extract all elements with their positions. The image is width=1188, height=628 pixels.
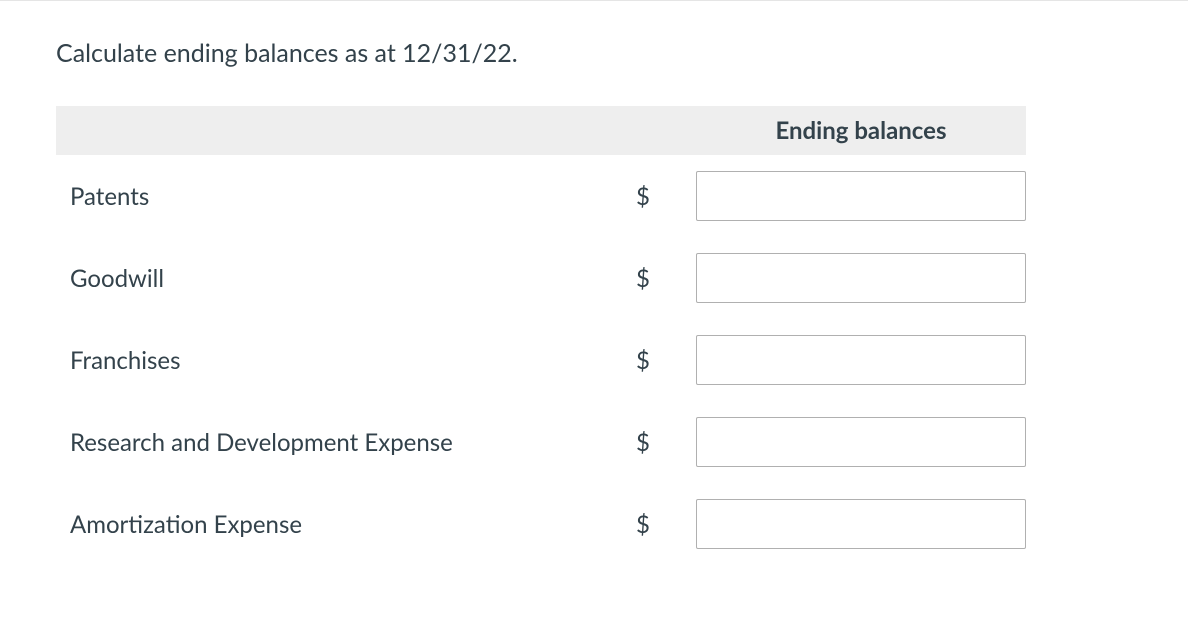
table-row: Franchises $ (56, 319, 1026, 401)
row-label-amortization: Amortization Expense (56, 510, 612, 539)
input-cell (696, 253, 1026, 303)
row-label-goodwill: Goodwill (56, 264, 612, 293)
question-content: Calculate ending balances as at 12/31/22… (0, 6, 1188, 565)
instruction-text: Calculate ending balances as at 12/31/22… (56, 38, 1132, 68)
balances-table: Ending balances Patents $ Goodwill $ Fra… (56, 106, 1026, 565)
currency-symbol: $ (612, 182, 696, 211)
table-header-row: Ending balances (56, 106, 1026, 155)
input-cell (696, 499, 1026, 549)
input-cell (696, 417, 1026, 467)
currency-symbol: $ (612, 264, 696, 293)
row-label-franchises: Franchises (56, 346, 612, 375)
table-row: Amortization Expense $ (56, 483, 1026, 565)
table-row: Goodwill $ (56, 237, 1026, 319)
currency-symbol: $ (612, 428, 696, 457)
currency-symbol: $ (612, 510, 696, 539)
goodwill-input[interactable] (696, 253, 1026, 303)
patents-input[interactable] (696, 171, 1026, 221)
currency-symbol: $ (612, 346, 696, 375)
table-header-blank (56, 106, 696, 155)
input-cell (696, 171, 1026, 221)
table-row: Research and Development Expense $ (56, 401, 1026, 483)
amortization-input[interactable] (696, 499, 1026, 549)
row-label-rd-expense: Research and Development Expense (56, 428, 612, 457)
table-header-ending-balances: Ending balances (696, 106, 1026, 155)
row-label-patents: Patents (56, 182, 612, 211)
input-cell (696, 335, 1026, 385)
table-row: Patents $ (56, 155, 1026, 237)
rd-expense-input[interactable] (696, 417, 1026, 467)
franchises-input[interactable] (696, 335, 1026, 385)
